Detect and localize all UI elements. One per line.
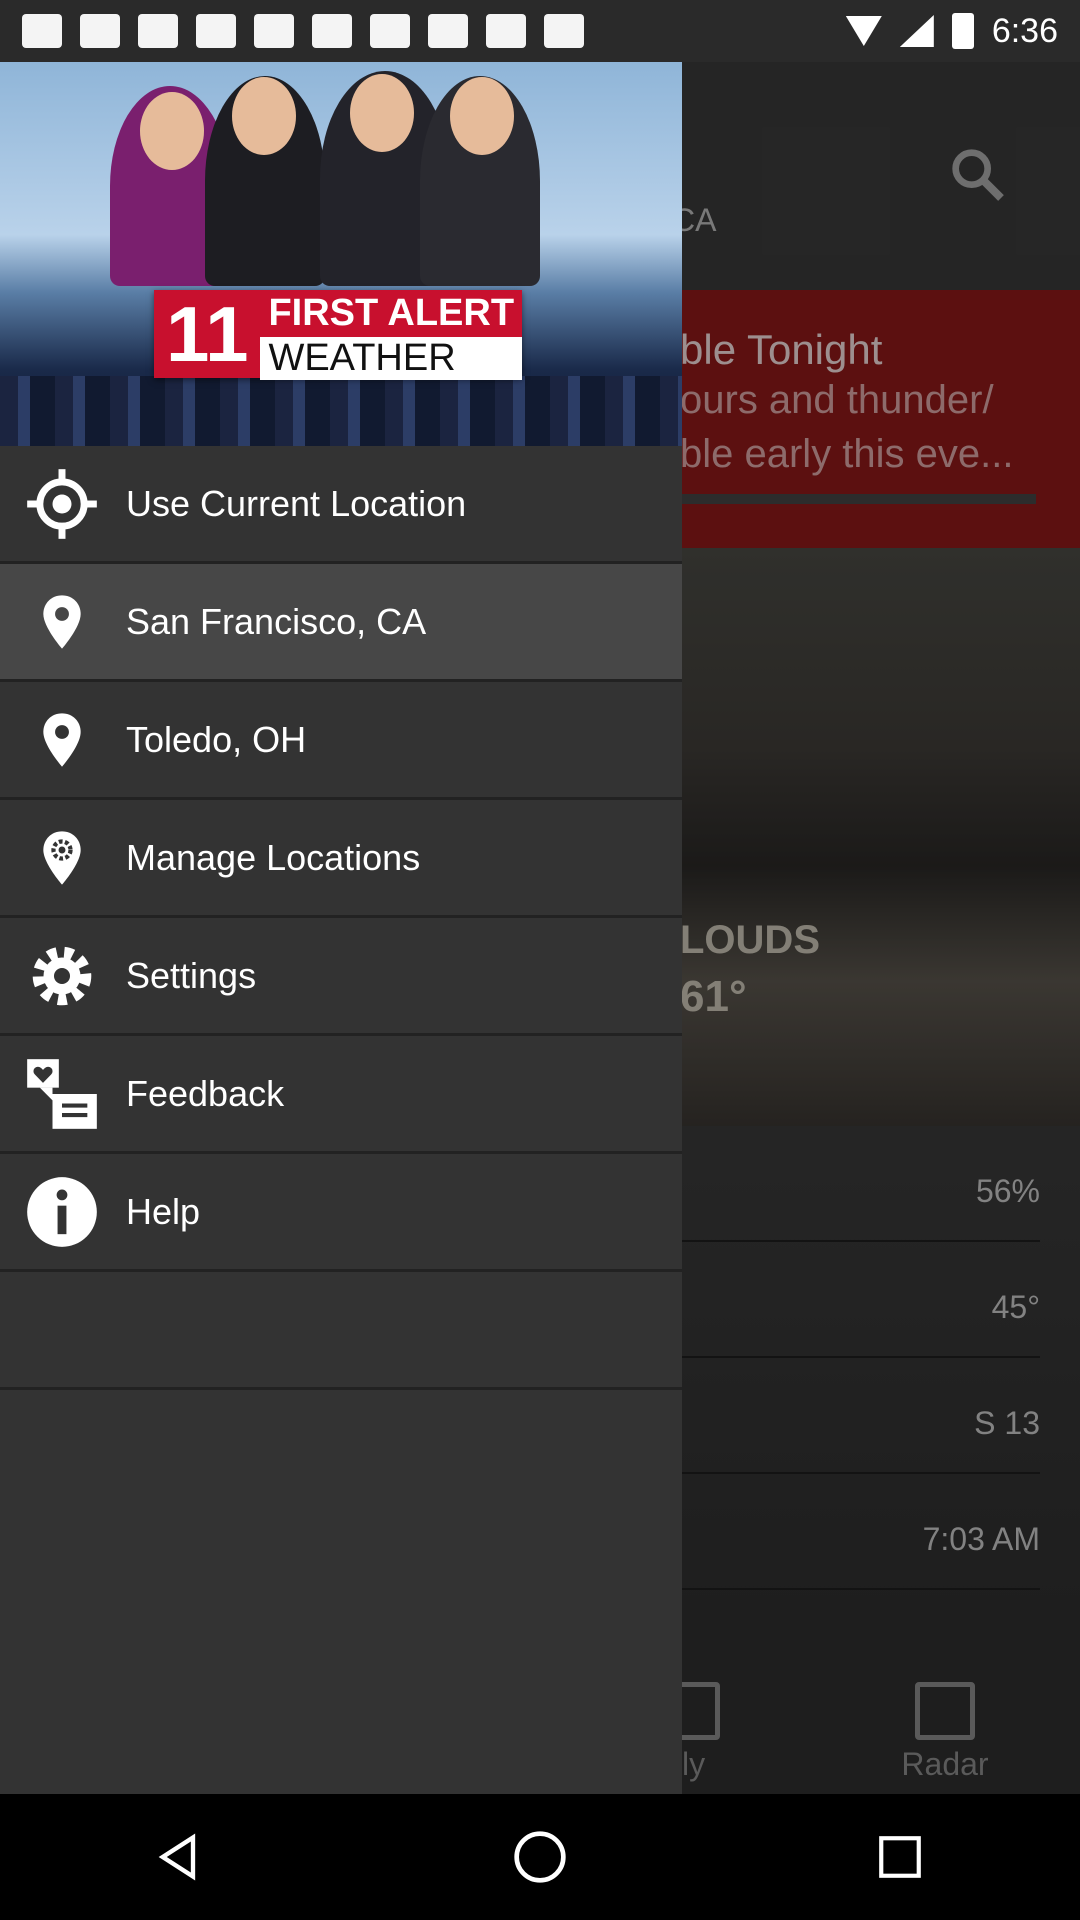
location-pin-icon: [22, 700, 102, 780]
system-nav-bar: [0, 1794, 1080, 1920]
notification-icon: [428, 14, 468, 48]
recents-button[interactable]: [860, 1817, 940, 1897]
notification-icon: [486, 14, 526, 48]
anchor-head: [140, 92, 204, 170]
menu-item-label: Feedback: [126, 1072, 285, 1114]
status-time: 6:36: [991, 11, 1058, 50]
notification-icon: [196, 14, 236, 48]
logo-line2: WEATHER: [260, 337, 523, 380]
menu-item-label: San Francisco, CA: [126, 600, 427, 642]
menu-item-label: Manage Locations: [126, 836, 421, 878]
menu-item-label: Settings: [126, 954, 257, 996]
info-icon: [22, 1172, 102, 1252]
menu-item-settings[interactable]: Settings: [0, 918, 682, 1036]
notification-icon: [312, 14, 352, 48]
menu-item-use-current-location[interactable]: Use Current Location: [0, 446, 682, 564]
location-pin-icon: [22, 582, 102, 662]
drawer-menu: Use Current Location San Francisco, CA T…: [0, 446, 682, 1390]
location-gear-icon: [22, 818, 102, 898]
battery-icon: [951, 13, 974, 49]
menu-item-toledo[interactable]: Toledo, OH: [0, 682, 682, 800]
navigation-drawer: 11 FIRST ALERT WEATHER Use Current Locat…: [0, 62, 682, 1794]
gear-icon: [22, 936, 102, 1016]
recents-icon: [879, 1836, 921, 1878]
anchor-head: [232, 77, 296, 155]
logo-line1: FIRST ALERT: [260, 290, 523, 337]
status-bar: 6:36: [0, 0, 1080, 62]
back-button[interactable]: [140, 1817, 220, 1897]
drawer-banner: 11 FIRST ALERT WEATHER: [0, 62, 682, 446]
notification-icon: [370, 14, 410, 48]
logo-number: 11: [154, 290, 261, 378]
menu-item-san-francisco[interactable]: San Francisco, CA: [0, 564, 682, 682]
menu-item-feedback[interactable]: Feedback: [0, 1036, 682, 1154]
menu-item-label: Use Current Location: [126, 482, 467, 524]
notification-icon: [254, 14, 294, 48]
anchor-head: [450, 77, 514, 155]
feedback-icon: [22, 1054, 102, 1134]
notification-icon: [22, 14, 62, 48]
notification-icons: [22, 14, 584, 48]
signal-icon: [899, 15, 934, 47]
notification-icon: [80, 14, 120, 48]
wifi-icon: [845, 16, 882, 46]
menu-item-manage-locations[interactable]: Manage Locations: [0, 800, 682, 918]
city-skyline: [0, 376, 682, 446]
menu-item-label: Toledo, OH: [126, 718, 307, 760]
anchor-head: [350, 74, 414, 152]
home-button[interactable]: [500, 1817, 580, 1897]
target-icon: [22, 464, 102, 544]
menu-empty-row: [0, 1272, 682, 1390]
brand-logo: 11 FIRST ALERT WEATHER: [154, 290, 523, 380]
menu-item-help[interactable]: Help: [0, 1154, 682, 1272]
home-icon: [514, 1831, 566, 1883]
back-icon: [158, 1833, 196, 1881]
notification-icon: [544, 14, 584, 48]
menu-item-label: Help: [126, 1190, 201, 1232]
notification-icon: [138, 14, 178, 48]
